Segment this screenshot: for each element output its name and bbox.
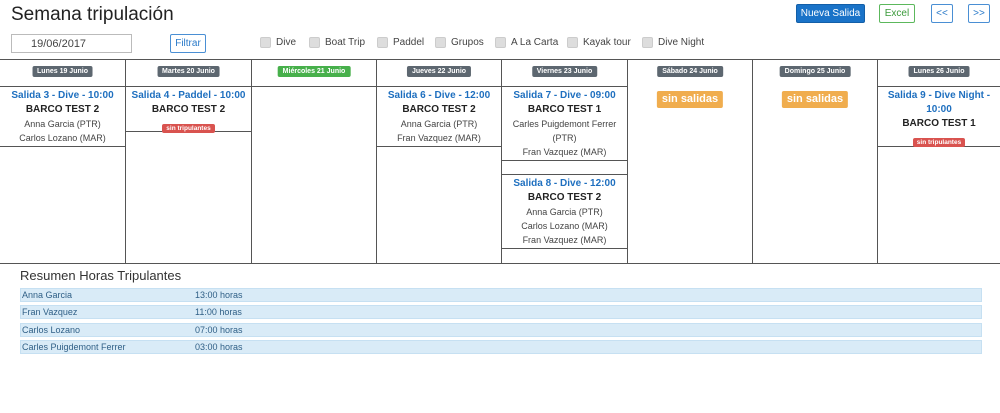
day-column-wed-21: Miércoles 21 Junio bbox=[251, 60, 376, 263]
crew-hours: 07:00 horas bbox=[195, 325, 243, 335]
summary-row: Anna Garcia 13:00 horas bbox=[20, 288, 982, 302]
crew-member: Fran Vazquez (MAR) bbox=[397, 133, 481, 143]
trip-card-salida-9[interactable]: Salida 9 - Dive Night - 10:00 BARCO TEST… bbox=[878, 89, 1000, 147]
crew-hours: 13:00 horas bbox=[195, 290, 243, 300]
boat-name: BARCO TEST 2 bbox=[151, 104, 226, 115]
crew-hours: 03:00 horas bbox=[195, 342, 243, 352]
next-week-button[interactable]: >> bbox=[968, 4, 990, 23]
filter-a-la-carta[interactable]: A La Carta bbox=[495, 36, 558, 49]
filter-grupos[interactable]: Grupos bbox=[435, 36, 484, 49]
week-calendar: Lunes 19 Junio Salida 3 - Dive - 10:00 B… bbox=[0, 59, 1000, 264]
trip-title[interactable]: Salida 8 - Dive - 12:00 bbox=[502, 177, 627, 191]
checkbox[interactable] bbox=[567, 37, 578, 48]
divider bbox=[0, 86, 125, 87]
day-label: Sábado 24 Junio bbox=[657, 66, 723, 77]
boat-name: BARCO TEST 2 bbox=[25, 104, 100, 115]
trip-title[interactable]: Salida 4 - Paddel - 10:00 bbox=[126, 89, 251, 103]
crew-member: Anna Garcia (PTR) bbox=[400, 119, 478, 129]
crew-name: Carlos Lozano bbox=[22, 325, 81, 335]
crew-name: Anna Garcia bbox=[22, 290, 73, 300]
crew-member: Carlos Lozano (MAR) bbox=[521, 221, 608, 231]
trip-time[interactable]: 10:00 bbox=[878, 103, 1000, 117]
day-label-today: Miércoles 21 Junio bbox=[277, 66, 351, 77]
boat-name: BARCO TEST 1 bbox=[527, 104, 602, 115]
crew-member: Carles Puigdemont Ferrer bbox=[512, 119, 617, 129]
boat-name: BARCO TEST 2 bbox=[527, 192, 602, 203]
checkbox[interactable] bbox=[377, 37, 388, 48]
trip-card-salida-3[interactable]: Salida 3 - Dive - 10:00 BARCO TEST 2 Ann… bbox=[0, 89, 125, 147]
trip-spacer bbox=[502, 161, 627, 175]
filter-paddel[interactable]: Paddel bbox=[377, 36, 424, 49]
trip-card-salida-7[interactable]: Salida 7 - Dive - 09:00 BARCO TEST 1 Car… bbox=[502, 89, 627, 161]
checkbox[interactable] bbox=[309, 37, 320, 48]
filter-dive-night[interactable]: Dive Night bbox=[642, 36, 704, 49]
day-label: Domingo 25 Junio bbox=[779, 66, 851, 77]
no-crew-badge: sin tripulantes bbox=[162, 124, 215, 133]
crew-name: Fran Vazquez bbox=[22, 307, 78, 317]
filter-dive[interactable]: Dive bbox=[260, 36, 296, 49]
day-label: Viernes 23 Junio bbox=[531, 66, 598, 77]
day-column-tue-20: Martes 20 Junio Salida 4 - Paddel - 10:0… bbox=[125, 60, 251, 263]
day-column-fri-23: Viernes 23 Junio Salida 7 - Dive - 09:00… bbox=[501, 60, 627, 263]
trip-card-salida-4[interactable]: Salida 4 - Paddel - 10:00 BARCO TEST 2 s… bbox=[126, 89, 251, 133]
new-trip-button[interactable]: Nueva Salida bbox=[796, 4, 865, 23]
filter-kayak-tour[interactable]: Kayak tour bbox=[567, 36, 631, 49]
crew-hours: 11:00 horas bbox=[195, 307, 242, 317]
day-label: Lunes 19 Junio bbox=[32, 66, 93, 77]
crew-member: Fran Vazquez (MAR) bbox=[522, 147, 607, 157]
crew-member-role: (PTR) bbox=[552, 133, 577, 143]
divider bbox=[252, 86, 376, 87]
summary-row: Carlos Lozano 07:00 horas bbox=[20, 323, 982, 337]
day-label: Lunes 26 Junio bbox=[908, 66, 970, 77]
trip-title[interactable]: Salida 6 - Dive - 12:00 bbox=[377, 89, 501, 103]
day-column-mon-26: Lunes 26 Junio Salida 9 - Dive Night - 1… bbox=[877, 60, 1000, 263]
divider bbox=[126, 86, 251, 87]
checkbox[interactable] bbox=[260, 37, 271, 48]
trip-title[interactable]: Salida 7 - Dive - 09:00 bbox=[502, 89, 627, 103]
divider bbox=[502, 86, 627, 87]
day-label: Jueves 22 Junio bbox=[406, 66, 472, 77]
day-column-mon-19: Lunes 19 Junio Salida 3 - Dive - 10:00 B… bbox=[0, 60, 125, 263]
crew-member: Anna Garcia (PTR) bbox=[24, 119, 101, 129]
summary-title: Resumen Horas Tripulantes bbox=[20, 268, 182, 283]
boat-name: BARCO TEST 2 bbox=[402, 104, 476, 115]
prev-week-button[interactable]: << bbox=[931, 4, 953, 23]
no-crew-badge: sin tripulantes bbox=[912, 138, 966, 147]
excel-button[interactable]: Excel bbox=[879, 4, 915, 23]
day-label: Martes 20 Junio bbox=[157, 66, 220, 77]
date-input[interactable]: 19/06/2017 bbox=[11, 34, 132, 53]
trip-card-salida-6[interactable]: Salida 6 - Dive - 12:00 BARCO TEST 2 Ann… bbox=[377, 89, 501, 147]
crew-member: Fran Vazquez (MAR) bbox=[522, 235, 607, 245]
crew-name: Carles Puigdemont Ferrer bbox=[22, 342, 126, 352]
day-column-sat-24: Sábado 24 Junio sin salidas bbox=[627, 60, 752, 263]
page-title: Semana tripulación bbox=[11, 4, 174, 25]
day-column-sun-25: Domingo 25 Junio sin salidas bbox=[752, 60, 877, 263]
filter-boat-trip[interactable]: Boat Trip bbox=[309, 36, 365, 49]
divider bbox=[878, 86, 1000, 87]
summary-row: Fran Vazquez 11:00 horas bbox=[20, 305, 982, 319]
crew-member: Carlos Lozano (MAR) bbox=[19, 133, 106, 143]
day-column-thu-22: Jueves 22 Junio Salida 6 - Dive - 12:00 … bbox=[376, 60, 501, 263]
boat-name: BARCO TEST 1 bbox=[902, 118, 976, 129]
trip-card-salida-8[interactable]: Salida 8 - Dive - 12:00 BARCO TEST 2 Ann… bbox=[502, 177, 627, 249]
divider bbox=[377, 86, 501, 87]
no-trips-badge: sin salidas bbox=[656, 91, 724, 108]
crew-member: Anna Garcia (PTR) bbox=[526, 207, 603, 217]
checkbox[interactable] bbox=[495, 37, 506, 48]
no-trips-badge: sin salidas bbox=[781, 91, 849, 108]
trip-title[interactable]: Salida 3 - Dive - 10:00 bbox=[0, 89, 125, 103]
summary-row: Carles Puigdemont Ferrer 03:00 horas bbox=[20, 340, 982, 354]
trip-title[interactable]: Salida 9 - Dive Night - bbox=[878, 89, 1000, 103]
checkbox[interactable] bbox=[642, 37, 653, 48]
filter-button[interactable]: Filtrar bbox=[170, 34, 206, 53]
checkbox[interactable] bbox=[435, 37, 446, 48]
